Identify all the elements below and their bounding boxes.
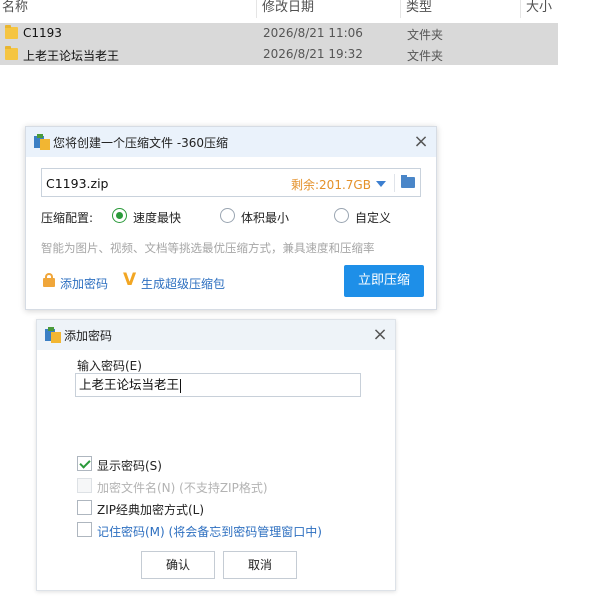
column-header: 名称 修改日期 类型 大小 — [0, 0, 558, 20]
v-badge-icon: V — [123, 270, 137, 290]
column-separator[interactable] — [520, 0, 521, 18]
password-input-label: 输入密码(E) — [77, 359, 142, 373]
compress-hint: 智能为图片、视频、文档等挑选最优压缩方式，兼具速度和压缩率 — [41, 241, 375, 255]
compress-config-label: 压缩配置: — [41, 211, 94, 225]
password-input[interactable]: 上老王论坛当老王 — [75, 373, 361, 397]
column-size[interactable]: 大小 — [526, 0, 552, 15]
confirm-button[interactable]: 确认 — [141, 551, 215, 579]
column-type[interactable]: 类型 — [406, 0, 432, 15]
zip-classic-encryption-label[interactable]: ZIP经典加密方式(L) — [97, 501, 204, 518]
file-row[interactable]: 上老王论坛当老王 2026/8/21 19:32 文件夹 — [0, 44, 558, 65]
radio-smallest[interactable] — [220, 208, 235, 223]
column-separator[interactable] — [256, 0, 257, 18]
radio-custom[interactable] — [334, 208, 349, 223]
super-pack-link[interactable]: 生成超级压缩包 — [141, 275, 225, 292]
lock-icon — [43, 273, 55, 287]
encrypt-filenames-checkbox — [77, 478, 92, 493]
folder-icon — [5, 46, 18, 60]
compress-dialog: 您将创建一个压缩文件 -360压缩 × C1193.zip 剩余:201.7GB… — [25, 126, 437, 310]
app-360zip-icon — [34, 134, 50, 150]
folder-icon — [5, 25, 18, 39]
archive-path-value: C1193.zip — [46, 176, 109, 191]
radio-smallest-label[interactable]: 体积最小 — [241, 209, 289, 226]
file-type: 文件夹 — [407, 49, 444, 63]
app-360zip-icon — [45, 327, 61, 343]
radio-fastest-label[interactable]: 速度最快 — [133, 209, 181, 226]
remember-password-label[interactable]: 记住密码(M) (将会备忘到密码管理窗口中) — [97, 523, 322, 540]
divider — [394, 174, 395, 192]
file-date: 2026/8/21 19:32 — [263, 47, 363, 61]
password-input-value: 上老王论坛当老王 — [79, 377, 180, 392]
compress-now-button[interactable]: 立即压缩 — [344, 265, 424, 297]
file-row[interactable]: C1193 2026/8/21 11:06 文件夹 — [0, 23, 558, 44]
compress-dialog-titlebar[interactable]: 您将创建一个压缩文件 -360压缩 × — [26, 127, 436, 157]
radio-fastest[interactable] — [112, 208, 127, 223]
browse-folder-icon[interactable] — [401, 175, 415, 188]
zip-classic-encryption-checkbox[interactable] — [77, 500, 92, 515]
chevron-down-icon[interactable] — [376, 181, 386, 187]
show-password-label[interactable]: 显示密码(S) — [97, 457, 162, 474]
remaining-space: 剩余:201.7GB — [291, 178, 371, 192]
password-dialog: 添加密码 × 输入密码(E) 上老王论坛当老王 显示密码(S) 加密文件名(N)… — [36, 319, 396, 591]
show-password-checkbox[interactable] — [77, 456, 92, 471]
archive-path-field[interactable]: C1193.zip 剩余:201.7GB — [41, 168, 421, 197]
add-password-link[interactable]: 添加密码 — [60, 275, 108, 292]
column-name[interactable]: 名称 — [2, 0, 28, 15]
file-name: C1193 — [23, 26, 62, 40]
remember-password-checkbox[interactable] — [77, 522, 92, 537]
text-caret — [180, 378, 182, 393]
password-dialog-titlebar[interactable]: 添加密码 × — [37, 320, 395, 350]
close-icon[interactable]: × — [372, 326, 388, 344]
column-date[interactable]: 修改日期 — [262, 0, 314, 15]
file-date: 2026/8/21 11:06 — [263, 26, 363, 40]
radio-custom-label[interactable]: 自定义 — [355, 209, 391, 226]
password-dialog-title: 添加密码 — [64, 329, 113, 343]
cancel-button[interactable]: 取消 — [223, 551, 297, 579]
column-separator[interactable] — [400, 0, 401, 18]
close-icon[interactable]: × — [413, 133, 429, 151]
encrypt-filenames-label: 加密文件名(N) (不支持ZIP格式) — [97, 481, 268, 495]
compress-dialog-title: 您将创建一个压缩文件 -360压缩 — [53, 136, 229, 150]
file-name: 上老王论坛当老王 — [23, 49, 120, 63]
file-type: 文件夹 — [407, 28, 444, 42]
